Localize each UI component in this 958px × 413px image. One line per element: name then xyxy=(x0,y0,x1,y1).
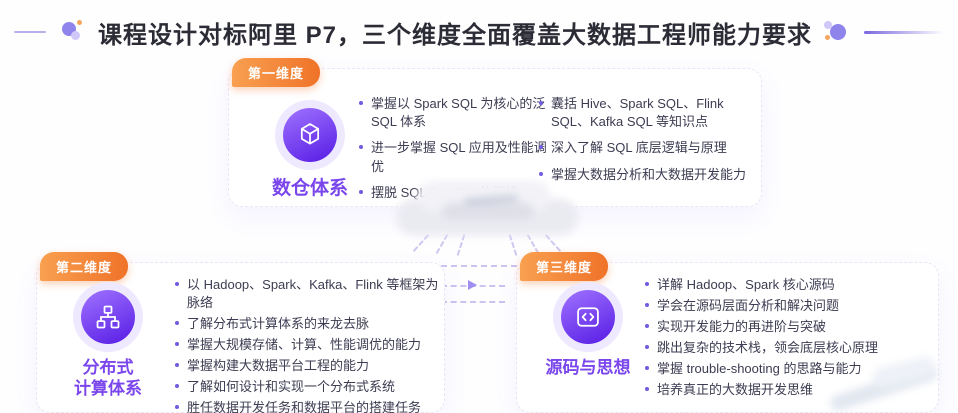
bullet-dot-icon xyxy=(539,101,543,105)
bullet-text: 了解分布式计算体系的来龙去脉 xyxy=(187,315,369,333)
page-title: 课程设计对标阿里 P7，三个维度全面覆盖大数据工程师能力要求 xyxy=(98,15,812,50)
connector-ray xyxy=(457,234,466,256)
bullet-dot-icon xyxy=(645,345,649,349)
bullet-item: 了解如何设计和实现一个分布式系统 xyxy=(175,378,441,396)
bullet-item: 掌握以 Spark SQL 为核心的泛 SQL 体系 xyxy=(359,95,553,131)
bullet-dot-icon xyxy=(539,172,543,176)
bullet-item: 囊括 Hive、Spark SQL、Flink SQL、Kafka SQL 等知… xyxy=(539,95,763,131)
bullet-item: 学会在源码层面分析和解决问题 xyxy=(645,297,935,315)
bullet-item: 掌握 trouble-shooting 的思路与能力 xyxy=(645,360,935,378)
card2-icon-column: 分布式 计算体系 xyxy=(53,281,163,400)
course-dimensions-infographic: 课程设计对标阿里 P7，三个维度全面覆盖大数据工程师能力要求 第一维度 数仓体系… xyxy=(0,0,958,413)
bullet-text: 学会在源码层面分析和解决问题 xyxy=(657,297,839,315)
badge-dimension-1: 第一维度 xyxy=(232,58,320,87)
card-data-warehouse: 第一维度 数仓体系 掌握以 Spark SQL 为核心的泛 SQL 体系进一步掌… xyxy=(228,68,762,207)
bullet-item: 掌握大数据分析和大数据开发能力 xyxy=(539,166,763,184)
bullet-dot-icon xyxy=(175,321,179,325)
card2-bullets: 以 Hadoop、Spark、Kafka、Flink 等框架为脉络了解分布式计算… xyxy=(175,276,441,413)
sitemap-icon xyxy=(81,290,135,344)
cube-icon xyxy=(283,108,337,162)
card2-label: 分布式 计算体系 xyxy=(53,357,163,400)
bullet-item: 进一步掌握 SQL 应用及性能调优 xyxy=(359,139,553,175)
bullet-text: 摆脱 SQL Boy/Girl 的困境 xyxy=(371,184,519,202)
arrow-right-icon xyxy=(468,280,477,290)
card1-label: 数仓体系 xyxy=(257,177,363,201)
title-left-dots-icon xyxy=(58,17,86,47)
bullet-item: 跳出复杂的技术栈，领会底层核心原理 xyxy=(645,339,935,357)
card3-bullets: 详解 Hadoop、Spark 核心源码学会在源码层面分析和解决问题实现开发能力… xyxy=(645,276,935,402)
bullet-dot-icon xyxy=(359,145,363,149)
bullet-text: 胜任数据开发任务和数据平台的搭建任务 xyxy=(187,399,421,413)
card1-icon-column: 数仓体系 xyxy=(257,99,363,201)
card1-bullets-col2: 囊括 Hive、Spark SQL、Flink SQL、Kafka SQL 等知… xyxy=(539,95,763,192)
connector-line xyxy=(441,265,517,267)
bullet-item: 以 Hadoop、Spark、Kafka、Flink 等框架为脉络 xyxy=(175,276,441,312)
card3-label: 源码与思想 xyxy=(535,357,641,378)
bullet-item: 详解 Hadoop、Spark 核心源码 xyxy=(645,276,935,294)
card3-icon-column: 源码与思想 xyxy=(535,281,641,378)
bullet-item: 胜任数据开发任务和数据平台的搭建任务 xyxy=(175,399,441,413)
bullet-dot-icon xyxy=(175,384,179,388)
bullet-text: 以 Hadoop、Spark、Kafka、Flink 等框架为脉络 xyxy=(187,276,441,312)
bullet-text: 进一步掌握 SQL 应用及性能调优 xyxy=(371,139,553,175)
bullet-text: 跳出复杂的技术栈，领会底层核心原理 xyxy=(657,339,878,357)
title-left-line xyxy=(14,31,46,33)
bullet-dot-icon xyxy=(175,363,179,367)
bullet-dot-icon xyxy=(359,101,363,105)
connector-ray xyxy=(545,234,561,252)
title-right-line xyxy=(864,31,944,34)
bullet-text: 掌握以 Spark SQL 为核心的泛 SQL 体系 xyxy=(371,95,553,131)
bullet-item: 掌握构建大数据平台工程的能力 xyxy=(175,357,441,375)
bullet-dot-icon xyxy=(175,342,179,346)
bullet-item: 深入了解 SQL 底层逻辑与原理 xyxy=(539,139,763,157)
bullet-dot-icon xyxy=(645,387,649,391)
bullet-dot-icon xyxy=(175,405,179,409)
bullet-text: 培养真正的大数据开发思维 xyxy=(657,381,813,399)
bullet-text: 囊括 Hive、Spark SQL、Flink SQL、Kafka SQL 等知… xyxy=(551,95,763,131)
bullet-text: 掌握构建大数据平台工程的能力 xyxy=(187,357,369,375)
bullet-text: 掌握大数据分析和大数据开发能力 xyxy=(551,166,746,184)
bullet-text: 深入了解 SQL 底层逻辑与原理 xyxy=(551,139,727,157)
badge-dimension-2: 第二维度 xyxy=(40,252,128,281)
card1-bullets-col1: 掌握以 Spark SQL 为核心的泛 SQL 体系进一步掌握 SQL 应用及性… xyxy=(359,95,553,210)
bullet-dot-icon xyxy=(645,303,649,307)
connector-ray xyxy=(436,234,449,254)
bullet-item: 实现开发能力的再进阶与突破 xyxy=(645,318,935,336)
card-source-code: 第三维度 源码与思想 详解 Hadoop、Spark 核心源码学会在源码层面分析… xyxy=(516,262,939,413)
bullet-dot-icon xyxy=(359,190,363,194)
bullet-text: 掌握大规模存储、计算、性能调优的能力 xyxy=(187,336,421,354)
bullet-dot-icon xyxy=(645,282,649,286)
bullet-text: 掌握 trouble-shooting 的思路与能力 xyxy=(657,360,861,378)
bullet-dot-icon xyxy=(645,324,649,328)
connector-line xyxy=(441,301,505,303)
bullet-dot-icon xyxy=(175,282,179,286)
bullet-text: 实现开发能力的再进阶与突破 xyxy=(657,318,826,336)
connector-ray xyxy=(509,234,518,256)
bullet-dot-icon xyxy=(539,145,543,149)
bullet-item: 摆脱 SQL Boy/Girl 的困境 xyxy=(359,184,553,202)
badge-dimension-3: 第三维度 xyxy=(520,252,608,281)
bullet-item: 了解分布式计算体系的来龙去脉 xyxy=(175,315,441,333)
bullet-text: 详解 Hadoop、Spark 核心源码 xyxy=(657,276,835,294)
connector-ray xyxy=(413,234,429,252)
bullet-text: 了解如何设计和实现一个分布式系统 xyxy=(187,378,395,396)
bullet-item: 掌握大规模存储、计算、性能调优的能力 xyxy=(175,336,441,354)
code-icon xyxy=(561,290,615,344)
title-row: 课程设计对标阿里 P7，三个维度全面覆盖大数据工程师能力要求 xyxy=(0,10,958,54)
card-distributed-computing: 第二维度 分布式 计算体系 以 Hadoop、Spark、Kafka、Flink… xyxy=(36,262,445,413)
bullet-item: 培养真正的大数据开发思维 xyxy=(645,381,935,399)
title-right-dots-icon xyxy=(824,17,852,47)
bullet-dot-icon xyxy=(645,366,649,370)
